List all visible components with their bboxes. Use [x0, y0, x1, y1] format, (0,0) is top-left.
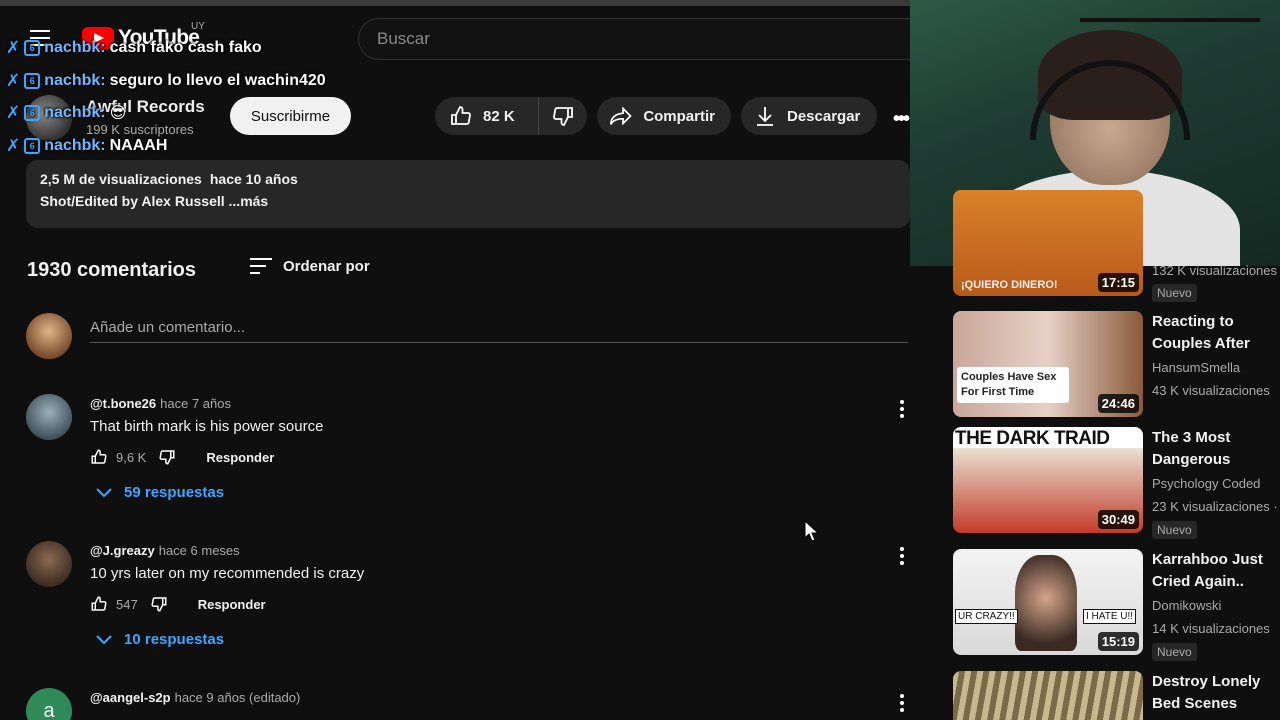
chat-message: ✗ 6 nachbk: NAAAH	[6, 136, 168, 155]
dislike-button[interactable]	[539, 97, 587, 135]
country-code: UY	[191, 21, 205, 32]
video-stats: 2,5 M de visualizaciones hace 10 años	[40, 171, 298, 187]
comment-avatar[interactable]	[26, 394, 72, 440]
comment-author[interactable]: @t.bone26	[90, 396, 156, 411]
download-icon	[757, 107, 773, 126]
recommended-video[interactable]: ¡QUIERO DINERO! 17:15 132 K visualizacio…	[953, 190, 1280, 302]
view-replies-button[interactable]: 10 respuestas	[96, 631, 224, 648]
comment-menu-icon[interactable]	[898, 694, 906, 715]
chevron-down-icon	[96, 634, 112, 644]
like-icon[interactable]	[90, 448, 108, 466]
video-thumbnail[interactable]: ¡QUIERO DINERO! 17:15	[953, 190, 1143, 296]
subscriber-badge-icon: 6	[24, 105, 41, 121]
video-duration: 24:46	[1097, 394, 1139, 413]
video-channel[interactable]: Domikowski	[1152, 598, 1221, 613]
video-views: 23 K visualizaciones ·	[1152, 499, 1278, 514]
thumbs-up-icon	[451, 106, 471, 125]
description-text: Shot/Edited by Alex Russell ...más	[40, 193, 269, 209]
video-title[interactable]: Karrahboo Just Cried Again..	[1152, 549, 1280, 593]
video-duration: 15:19	[1097, 632, 1139, 651]
sword-badge-icon: ✗	[6, 136, 21, 155]
view-replies-button[interactable]: 59 respuestas	[96, 484, 224, 501]
video-thumbnail[interactable]	[953, 671, 1143, 720]
video-duration: 17:15	[1097, 273, 1139, 292]
add-comment-input[interactable]	[90, 313, 908, 342]
sort-button[interactable]: Ordenar por	[249, 256, 370, 276]
video-views: 132 K visualizaciones	[1152, 263, 1278, 278]
comment-menu-icon[interactable]	[898, 547, 906, 568]
recommended-video[interactable]: THE DARK TRAID 30:49 The 3 Most Dangerou…	[953, 427, 1280, 539]
share-button[interactable]: Compartir	[597, 97, 731, 135]
dislike-icon[interactable]	[150, 595, 168, 613]
top-progress-strip	[0, 0, 910, 6]
comment-avatar[interactable]	[26, 541, 72, 587]
new-badge: Nuevo	[1152, 521, 1197, 539]
search-bar[interactable]	[358, 18, 918, 60]
comment-text: That birth mark is his power source	[90, 418, 324, 435]
reply-button[interactable]: Responder	[198, 597, 266, 612]
chat-message: ✗ 6 nachbk: 😎	[6, 103, 127, 122]
like-dislike-group: 82 K	[435, 97, 587, 135]
reply-button[interactable]: Responder	[206, 450, 274, 465]
channel-subscribers: 199 K suscriptores	[86, 122, 194, 137]
video-title[interactable]: Destroy Lonely Bed Scenes (Screwed	[1152, 671, 1280, 715]
new-badge: Nuevo	[1152, 643, 1197, 661]
comment-author[interactable]: @aangel-s2p	[90, 690, 171, 705]
user-avatar	[26, 313, 72, 359]
comment-time[interactable]: hace 9 años (editado)	[175, 690, 301, 705]
video-thumbnail[interactable]: THE DARK TRAID 30:49	[953, 427, 1143, 533]
recommended-video[interactable]: UR CRAZY!! I HATE U!! 15:19 Karrahboo Ju…	[953, 549, 1280, 661]
share-icon	[610, 106, 632, 126]
video-views: 14 K visualizaciones	[1152, 621, 1270, 636]
comment-text: 10 yrs later on my recommended is crazy	[90, 565, 365, 582]
thumbs-down-icon	[553, 107, 573, 126]
comment-author[interactable]: @J.greazy	[90, 543, 155, 558]
description-box[interactable]: 2,5 M de visualizaciones hace 10 años Sho…	[26, 160, 910, 228]
sword-badge-icon: ✗	[6, 71, 21, 90]
sort-icon	[250, 258, 272, 274]
subscriber-badge-icon: 6	[24, 138, 41, 154]
chat-message: ✗ 6 nachbk: seguro lo llevo el wachin420	[6, 71, 326, 90]
new-badge: Nuevo	[1152, 284, 1197, 302]
subscribe-button[interactable]: Suscribirme	[230, 97, 351, 135]
video-title[interactable]: Reacting to Couples After Sex for the Fi…	[1152, 311, 1280, 355]
like-icon[interactable]	[90, 595, 108, 613]
like-button[interactable]: 82 K	[435, 97, 539, 135]
video-duration: 30:49	[1097, 510, 1139, 529]
comment-avatar[interactable]: a	[26, 688, 72, 720]
comments-count: 1930 comentarios	[27, 259, 196, 281]
recommended-video[interactable]: Destroy Lonely Bed Scenes (Screwed	[953, 671, 1280, 720]
add-comment-field[interactable]	[90, 313, 908, 343]
download-button[interactable]: Descargar	[741, 97, 877, 135]
subscriber-badge-icon: 6	[24, 73, 41, 89]
comment-time[interactable]: hace 7 años	[160, 396, 231, 411]
search-input[interactable]	[359, 19, 917, 59]
comment-menu-icon[interactable]	[898, 400, 906, 421]
chat-message: ✗ 6 nachbk: cash fako cash fako	[6, 38, 262, 57]
video-views: 43 K visualizaciones	[1152, 383, 1270, 398]
sword-badge-icon: ✗	[6, 103, 21, 122]
more-actions-icon[interactable]: •••	[893, 108, 910, 131]
dislike-icon[interactable]	[158, 448, 176, 466]
comment-like-count: 9,6 K	[116, 449, 147, 465]
video-title[interactable]: The 3 Most Dangerous Personality Types	[1152, 427, 1280, 471]
sword-badge-icon: ✗	[6, 38, 21, 57]
video-thumbnail[interactable]: UR CRAZY!! I HATE U!! 15:19	[953, 549, 1143, 655]
chevron-down-icon	[96, 487, 112, 497]
comment-time[interactable]: hace 6 meses	[159, 543, 240, 558]
video-channel[interactable]: Psychology Coded	[1152, 476, 1260, 491]
video-thumbnail[interactable]: Couples Have Sex For First Time 24:46	[953, 311, 1143, 417]
comment-like-count: 547	[116, 596, 138, 612]
video-channel[interactable]: HansumSmella	[1152, 360, 1240, 375]
mouse-cursor-icon	[804, 520, 818, 542]
subscriber-badge-icon: 6	[24, 40, 41, 56]
recommended-video[interactable]: Couples Have Sex For First Time 24:46 Re…	[953, 311, 1280, 417]
